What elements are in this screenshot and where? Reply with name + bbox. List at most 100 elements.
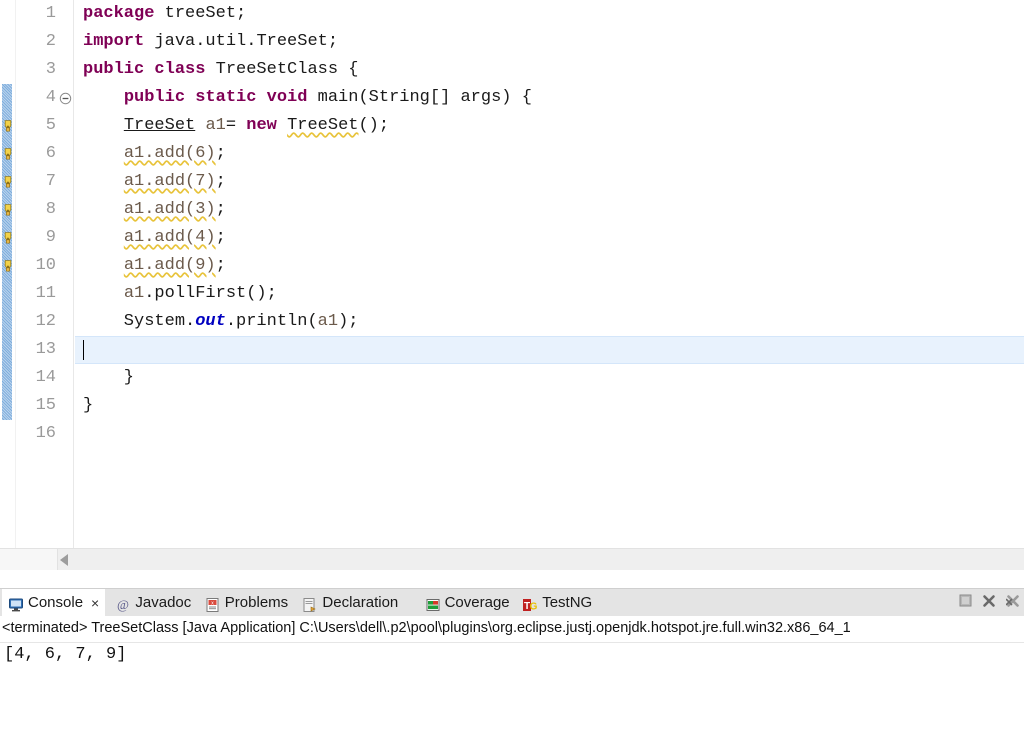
console-toolbar[interactable] xyxy=(959,593,1020,613)
coverage-icon xyxy=(425,595,441,611)
tab-coverage[interactable]: Coverage xyxy=(419,589,516,617)
java-code-editor[interactable]: 1 2 3 4 5 6 7 8 9 10 11 12 13 14 15 16 package treeSet;… xyxy=(0,0,1024,570)
line-number: 8 xyxy=(45,200,56,219)
code-line[interactable]: a1.add(9); xyxy=(75,252,1024,280)
close-icon[interactable]: × xyxy=(91,596,99,610)
tab-label: Declaration xyxy=(322,594,399,611)
code-token: a1.add(6) xyxy=(123,144,216,163)
code-line[interactable]: public static void main(String[] args) { xyxy=(75,84,1024,112)
code-token: .pollFirst(); xyxy=(144,284,277,303)
editor-body[interactable]: 1 2 3 4 5 6 7 8 9 10 11 12 13 14 15 16 package treeSet;… xyxy=(0,0,1024,548)
remove-launch-icon[interactable] xyxy=(982,594,996,613)
code-token: public static void xyxy=(123,88,318,107)
code-token: TreeSet xyxy=(287,116,359,135)
scrollbar-thumb[interactable] xyxy=(58,549,1024,570)
warning-marker-icon[interactable] xyxy=(1,147,15,161)
line-number: 2 xyxy=(45,32,56,51)
code-token: a1 xyxy=(205,116,226,135)
tab-javadoc[interactable]: @ Javadoc xyxy=(109,589,197,617)
annotation-ruler[interactable] xyxy=(0,0,16,548)
code-line[interactable]: a1.add(7); xyxy=(75,168,1024,196)
remove-all-terminated-icon[interactable] xyxy=(1005,594,1020,613)
code-line[interactable]: TreeSet a1= new TreeSet(); xyxy=(75,112,1024,140)
console-terminated-label: <terminated> TreeSetClass [Java Applicat… xyxy=(2,620,851,636)
code-token: out xyxy=(195,312,226,331)
terminate-icon[interactable] xyxy=(959,594,972,612)
code-token: ; xyxy=(215,172,226,191)
code-line[interactable]: a1.add(3); xyxy=(75,196,1024,224)
line-number: 9 xyxy=(45,228,56,247)
line-number: 6 xyxy=(45,144,56,163)
code-token: ); xyxy=(338,312,359,331)
code-token: System. xyxy=(83,312,196,331)
code-token: a1.add(3) xyxy=(123,200,216,219)
warning-marker-icon[interactable] xyxy=(1,119,15,133)
tab-console[interactable]: Console × xyxy=(2,589,106,617)
code-token: .println( xyxy=(225,312,318,331)
code-line[interactable]: } xyxy=(75,364,1024,392)
line-number: 12 xyxy=(35,312,56,331)
code-token: ; xyxy=(215,256,226,275)
eclipse-ide-window: 1 2 3 4 5 6 7 8 9 10 11 12 13 14 15 16 package treeSet;… xyxy=(0,0,1024,746)
code-token: TreeSetClass { xyxy=(215,60,359,79)
scroll-left-arrow-icon[interactable] xyxy=(60,554,68,566)
code-token: = xyxy=(225,116,247,135)
code-line[interactable]: System.out.println(a1); xyxy=(75,308,1024,336)
code-token: ; xyxy=(215,228,226,247)
line-number: 15 xyxy=(35,396,56,415)
svg-text:G: G xyxy=(530,602,538,613)
folding-ruler[interactable] xyxy=(58,0,74,548)
tab-label: Problems xyxy=(224,594,289,611)
line-number: 16 xyxy=(35,424,56,443)
code-line[interactable] xyxy=(75,420,1024,448)
console-view[interactable]: Console × @ Javadoc x Problems Declaration Cove… xyxy=(0,588,1024,746)
code-token: main(String[] args) { xyxy=(317,88,532,107)
code-line[interactable]: public class TreeSetClass { xyxy=(75,56,1024,84)
code-token: import xyxy=(83,32,155,51)
code-line[interactable]: import java.util.TreeSet; xyxy=(75,28,1024,56)
code-token: treeSet; xyxy=(164,4,247,23)
code-token: a1.add(9) xyxy=(123,256,216,275)
code-line[interactable]: a1.add(6); xyxy=(75,140,1024,168)
warning-marker-icon[interactable] xyxy=(1,259,15,273)
code-line[interactable]: } xyxy=(75,392,1024,420)
line-number: 13 xyxy=(35,340,56,359)
code-line[interactable]: package treeSet; xyxy=(75,0,1024,28)
testng-icon: TG xyxy=(522,595,538,613)
code-line[interactable]: a1.pollFirst(); xyxy=(75,280,1024,308)
line-number: 5 xyxy=(45,116,56,135)
code-token: a1.add(4) xyxy=(123,228,216,247)
warning-marker-icon[interactable] xyxy=(1,231,15,245)
tab-testng[interactable]: T G TestNG xyxy=(516,589,598,617)
warning-marker-icon[interactable] xyxy=(1,175,15,189)
code-token: a1.add(7) xyxy=(123,172,216,191)
tab-problems[interactable]: x Problems xyxy=(199,589,294,617)
code-token: a1 xyxy=(317,312,339,331)
code-line[interactable]: a1.add(4); xyxy=(75,224,1024,252)
editor-horizontal-scrollbar[interactable] xyxy=(0,548,1024,570)
line-number: 4 xyxy=(45,88,56,107)
problems-icon: x xyxy=(205,595,221,612)
fold-collapse-icon[interactable] xyxy=(59,92,72,105)
code-text-area[interactable]: package treeSet; import java.util.TreeSet… xyxy=(75,0,1024,548)
console-tab-bar[interactable]: Console × @ Javadoc x Problems Declaration Cove… xyxy=(0,588,1024,617)
console-output-text: [4, 6, 7, 9] xyxy=(4,645,127,664)
declaration-icon xyxy=(302,595,318,612)
console-output-area[interactable]: [4, 6, 7, 9] xyxy=(0,642,1024,746)
code-token: package xyxy=(83,4,165,23)
code-token: TreeSet xyxy=(123,116,196,135)
line-number: 7 xyxy=(45,172,56,191)
code-line[interactable] xyxy=(75,336,1024,364)
tab-declaration[interactable]: Declaration xyxy=(296,589,404,617)
warning-marker-icon[interactable] xyxy=(1,203,15,217)
tab-label: Coverage xyxy=(444,594,510,611)
code-token: a1 xyxy=(123,284,145,303)
javadoc-icon: @ xyxy=(115,595,131,612)
